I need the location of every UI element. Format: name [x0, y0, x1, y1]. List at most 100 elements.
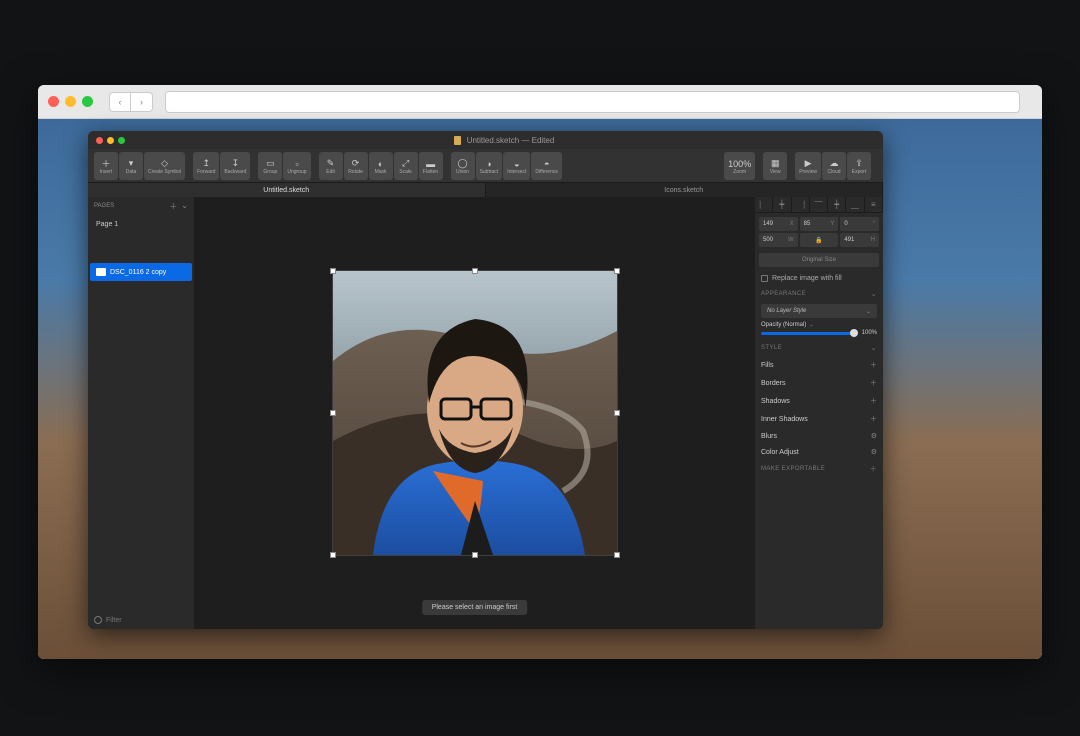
forward-button[interactable]: ›	[131, 92, 153, 112]
close-icon[interactable]	[48, 96, 59, 107]
add-icon[interactable]: ＋	[870, 396, 877, 406]
toolbar-icon: ＋	[101, 158, 110, 170]
replace-image-checkbox[interactable]: Replace image with fill	[755, 271, 883, 286]
style-borders[interactable]: Borders＋	[755, 374, 883, 392]
toolbar-rotate-button[interactable]: ⟳Rotate	[344, 152, 368, 180]
toolbar-backward-button[interactable]: ↧Backward	[220, 152, 250, 180]
toolbar-edit-button[interactable]: ✎Edit	[319, 152, 343, 180]
toolbar-preview-button[interactable]: ▶Preview	[795, 152, 821, 180]
add-icon[interactable]: ＋	[870, 360, 877, 370]
toolbar-icon: ⤢	[402, 158, 409, 170]
toolbar-scale-button[interactable]: ⤢Scale	[394, 152, 418, 180]
toolbar-create-symbol-button[interactable]: ◇Create Symbol	[144, 152, 185, 180]
toolbar-label: Create Symbol	[148, 170, 181, 175]
toolbar-flatten-button[interactable]: ▬Flatten	[419, 152, 443, 180]
toolbar-ungroup-button[interactable]: ▫Ungroup	[283, 152, 310, 180]
minimize-icon[interactable]	[107, 137, 114, 144]
toolbar-mask-button[interactable]: ◐Mask	[369, 152, 393, 180]
page-item[interactable]: Page 1	[88, 215, 194, 233]
style-blurs[interactable]: Blurs⚙	[755, 428, 883, 444]
close-icon[interactable]	[96, 137, 103, 144]
resize-handle[interactable]	[614, 410, 620, 416]
photo-content	[333, 271, 617, 555]
toolbar-zoom-button[interactable]: 100%Zoom	[724, 152, 755, 180]
appearance-header[interactable]: APPEARANCE⌄	[755, 286, 883, 302]
resize-handle[interactable]	[614, 552, 620, 558]
opacity-control[interactable]: Opacity (Normal)⌄ 100%	[755, 322, 883, 340]
back-button[interactable]: ‹	[109, 92, 131, 112]
resize-handle[interactable]	[472, 268, 478, 274]
toolbar-difference-button[interactable]: ◓Difference	[531, 152, 562, 180]
original-size-button[interactable]: Original Size	[759, 253, 879, 267]
resize-handle[interactable]	[330, 552, 336, 558]
selected-image[interactable]	[333, 271, 617, 555]
toolbar-view-button[interactable]: ▦View	[763, 152, 787, 180]
x-field[interactable]: 149X	[759, 217, 798, 231]
style-header[interactable]: STYLE⌄	[755, 340, 883, 356]
layer-style-select[interactable]: No Layer Style⌄	[761, 304, 877, 318]
toolbar-label: Mask	[375, 170, 387, 175]
align-top-button[interactable]: ⎺	[810, 197, 828, 212]
slider-knob[interactable]	[850, 329, 858, 337]
toolbar-label: Difference	[535, 170, 558, 175]
toolbar-label: Rotate	[348, 170, 363, 175]
resize-handle[interactable]	[330, 410, 336, 416]
minimize-icon[interactable]	[65, 96, 76, 107]
toolbar-label: Backward	[224, 170, 246, 175]
add-icon[interactable]: ＋	[870, 414, 877, 424]
style-color-adjust[interactable]: Color Adjust⚙	[755, 444, 883, 460]
align-bottom-button[interactable]: ⎽	[846, 197, 864, 212]
toolbar-cloud-button[interactable]: ☁Cloud	[822, 152, 846, 180]
distribute-button[interactable]: ≡	[865, 197, 883, 212]
tab-icons[interactable]: Icons.sketch	[486, 183, 884, 197]
toolbar-union-button[interactable]: ◯Union	[451, 152, 475, 180]
window-title: Untitled.sketch — Edited	[467, 136, 555, 145]
toolbar-export-button[interactable]: ⇪Export	[847, 152, 871, 180]
toolbar-label: Union	[456, 170, 469, 175]
toolbar-subtract-button[interactable]: ◑Subtract	[476, 152, 503, 180]
resize-handle[interactable]	[472, 552, 478, 558]
toolbar-label: Group	[263, 170, 277, 175]
exportable-header[interactable]: MAKE EXPORTABLE＋	[755, 460, 883, 478]
toolbar-forward-button[interactable]: ↥Forward	[193, 152, 219, 180]
align-hcenter-button[interactable]: ┿	[773, 197, 791, 212]
add-icon[interactable]: ＋	[870, 378, 877, 388]
add-icon[interactable]: ⚙	[871, 432, 877, 440]
align-vcenter-button[interactable]: ┿	[828, 197, 846, 212]
style-inner-shadows[interactable]: Inner Shadows ＋	[755, 410, 883, 428]
align-left-button[interactable]: ⎸	[755, 197, 773, 212]
y-field[interactable]: 85Y	[800, 217, 839, 231]
filter-row[interactable]: Filter	[88, 611, 194, 629]
toolbar-intersect-button[interactable]: ◒Intersect	[503, 152, 530, 180]
address-bar[interactable]	[165, 91, 1020, 113]
toolbar-group-button[interactable]: ▭Group	[258, 152, 282, 180]
toolbar-icon: ◐	[378, 158, 383, 170]
height-field[interactable]: 491H	[840, 233, 879, 247]
canvas[interactable]: Please select an image first	[194, 197, 755, 629]
maximize-icon[interactable]	[118, 137, 125, 144]
toolbar-label: Scale	[399, 170, 412, 175]
align-right-button[interactable]: ⎹	[792, 197, 810, 212]
pages-chevron-icon[interactable]: ⌄	[181, 201, 188, 212]
width-field[interactable]: 500W	[759, 233, 798, 247]
lock-aspect-button[interactable]: 🔒	[800, 233, 839, 247]
tab-untitled[interactable]: Untitled.sketch	[88, 183, 486, 197]
opacity-slider[interactable]	[761, 332, 858, 335]
style-label: Inner Shadows	[761, 416, 808, 423]
add-icon[interactable]: ⚙	[871, 448, 877, 456]
rotation-field[interactable]: 0°	[840, 217, 879, 231]
toolbar-label: Insert	[100, 170, 113, 175]
chevron-down-icon: ⌄	[809, 322, 813, 328]
resize-handle[interactable]	[330, 268, 336, 274]
resize-handle[interactable]	[614, 268, 620, 274]
style-fills[interactable]: Fills＋	[755, 356, 883, 374]
toolbar-icon: ↧	[232, 158, 240, 170]
toolbar-insert-button[interactable]: ＋Insert	[94, 152, 118, 180]
layer-item[interactable]: DSC_0116 2 copy	[90, 263, 192, 281]
maximize-icon[interactable]	[82, 96, 93, 107]
toolbar-data-button[interactable]: ▾Data	[119, 152, 143, 180]
add-page-button[interactable]: ＋	[169, 201, 177, 212]
style-shadows[interactable]: Shadows＋	[755, 392, 883, 410]
toolbar-icon: ⇪	[855, 158, 863, 170]
opacity-value: 100%	[862, 330, 877, 336]
